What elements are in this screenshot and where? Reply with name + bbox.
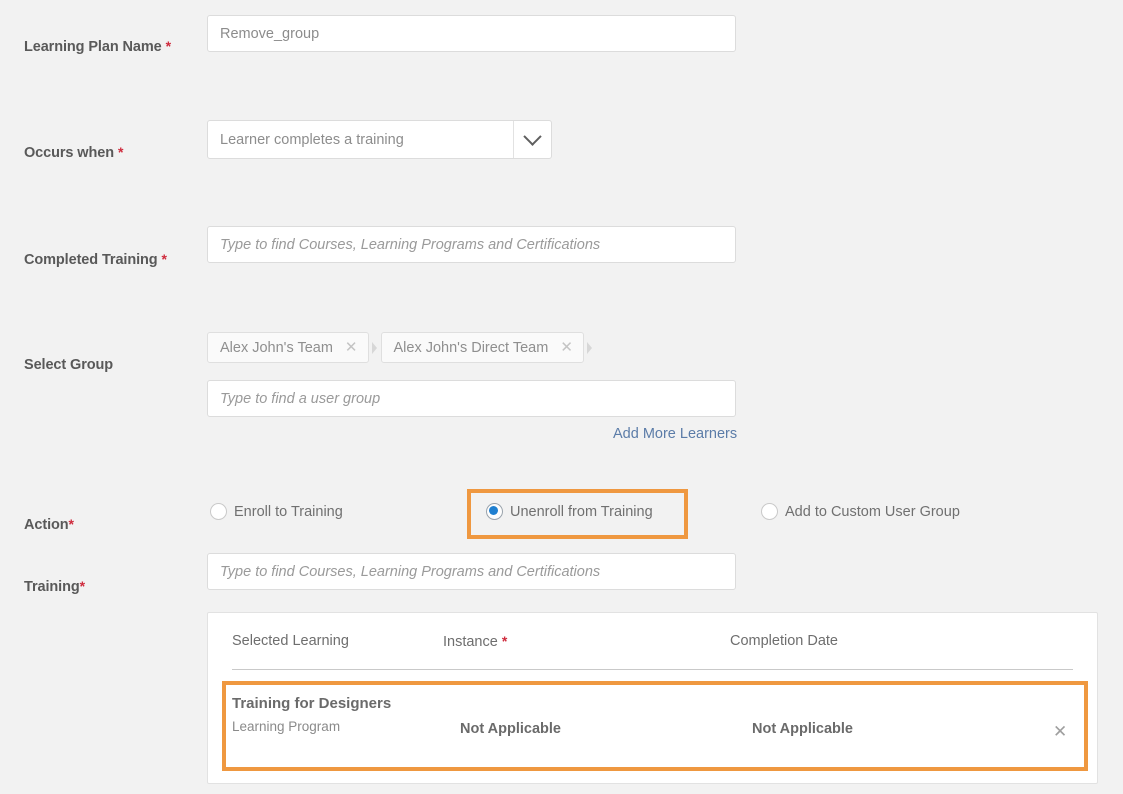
learning-plan-form: Learning Plan Name * Remove_group Occurs … bbox=[0, 0, 1123, 794]
select-group-placeholder: Type to find a user group bbox=[220, 390, 381, 407]
completed-training-placeholder: Type to find Courses, Learning Programs … bbox=[220, 236, 601, 253]
radio-option-label: Unenroll from Training bbox=[510, 503, 653, 520]
selected-learning-table-header: Selected Learning Instance * Completion D… bbox=[232, 629, 1073, 670]
required-asterisk: * bbox=[501, 633, 508, 649]
radio-button-icon[interactable] bbox=[486, 503, 503, 520]
training-input[interactable]: Type to find Courses, Learning Programs … bbox=[207, 553, 736, 590]
group-chip-label: Alex John's Direct Team bbox=[393, 339, 549, 356]
completed-training-input[interactable]: Type to find Courses, Learning Programs … bbox=[207, 226, 736, 263]
label-completed-training: Completed Training * bbox=[24, 251, 167, 268]
chip-separator-icon bbox=[371, 341, 379, 355]
radio-button-icon[interactable] bbox=[761, 503, 778, 520]
column-header-label: Instance bbox=[443, 634, 498, 650]
group-chip-label: Alex John's Team bbox=[220, 339, 333, 356]
learning-plan-name-input[interactable]: Remove_group bbox=[207, 15, 736, 52]
select-group-chip-list: Alex John's Team ✕ Alex John's Direct Te… bbox=[207, 332, 596, 363]
radio-button-icon[interactable] bbox=[210, 503, 227, 520]
occurs-when-dropdown-button[interactable] bbox=[513, 121, 551, 158]
required-asterisk: * bbox=[79, 578, 85, 594]
group-chip[interactable]: Alex John's Direct Team ✕ bbox=[380, 332, 584, 363]
learning-plan-name-value: Remove_group bbox=[220, 25, 320, 42]
chip-separator-icon bbox=[586, 341, 594, 355]
add-more-learners-link[interactable]: Add More Learners bbox=[613, 426, 737, 442]
radio-option-enroll-to-training[interactable]: Enroll to Training bbox=[210, 503, 343, 520]
label-text: Occurs when bbox=[24, 145, 114, 161]
label-text: Training bbox=[24, 579, 80, 595]
label-training: Training* bbox=[24, 578, 85, 595]
label-text: Action bbox=[24, 517, 69, 533]
label-action: Action* bbox=[24, 516, 74, 533]
row-learning-type: Learning Program bbox=[232, 719, 341, 734]
radio-option-add-to-custom-user-group[interactable]: Add to Custom User Group bbox=[761, 503, 960, 520]
row-instance-value: Not Applicable bbox=[460, 721, 561, 737]
close-icon[interactable]: ✕ bbox=[560, 340, 573, 355]
column-header-completion-date: Completion Date bbox=[730, 633, 838, 649]
table-row[interactable]: Training for Designers Learning Program … bbox=[208, 683, 1099, 769]
label-select-group: Select Group bbox=[24, 357, 113, 373]
label-text: Learning Plan Name bbox=[24, 39, 162, 55]
close-icon[interactable]: ✕ bbox=[1053, 723, 1067, 740]
close-icon[interactable]: ✕ bbox=[345, 340, 358, 355]
required-asterisk: * bbox=[165, 38, 171, 54]
column-header-selected-learning: Selected Learning bbox=[232, 633, 349, 649]
radio-option-label: Enroll to Training bbox=[234, 503, 343, 520]
selected-learning-table-card: Selected Learning Instance * Completion D… bbox=[207, 612, 1098, 784]
select-group-input[interactable]: Type to find a user group bbox=[207, 380, 736, 417]
occurs-when-selected-value: Learner completes a training bbox=[220, 131, 404, 148]
column-header-label: Selected Learning bbox=[232, 633, 349, 649]
chevron-down-icon bbox=[523, 127, 542, 146]
row-learning-name: Training for Designers bbox=[232, 695, 392, 712]
required-asterisk: * bbox=[68, 516, 74, 532]
required-asterisk: * bbox=[161, 251, 167, 267]
label-learning-plan-name: Learning Plan Name * bbox=[24, 38, 171, 55]
group-chip[interactable]: Alex John's Team ✕ bbox=[207, 332, 369, 363]
radio-option-unenroll-from-training[interactable]: Unenroll from Training bbox=[486, 503, 653, 520]
column-header-instance: Instance * bbox=[443, 633, 507, 650]
row-completion-date-value: Not Applicable bbox=[752, 721, 853, 737]
label-text: Completed Training bbox=[24, 252, 158, 268]
label-text: Select Group bbox=[24, 357, 114, 373]
label-occurs-when: Occurs when * bbox=[24, 144, 123, 161]
training-placeholder: Type to find Courses, Learning Programs … bbox=[220, 563, 601, 580]
radio-option-label: Add to Custom User Group bbox=[785, 503, 960, 520]
occurs-when-select[interactable]: Learner completes a training bbox=[207, 120, 552, 159]
required-asterisk: * bbox=[117, 144, 124, 160]
column-header-label: Completion Date bbox=[730, 633, 838, 649]
